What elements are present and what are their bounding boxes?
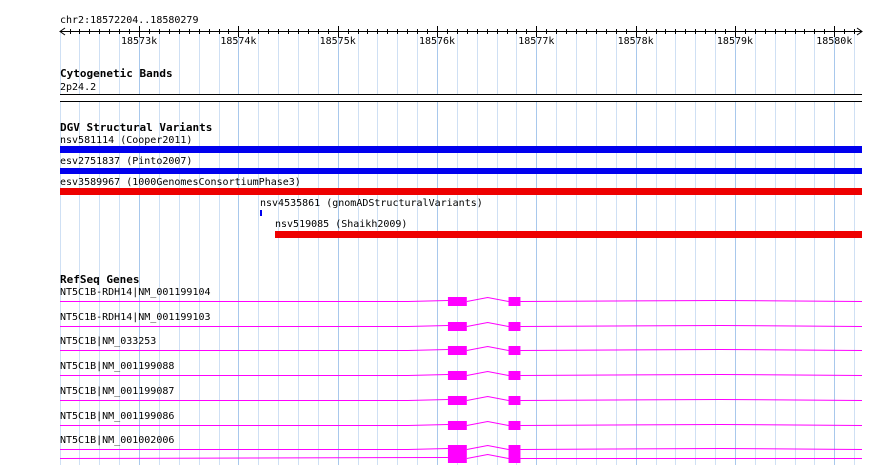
intron-line (60, 374, 448, 376)
exon-block[interactable] (447, 396, 467, 405)
refseq-transcript[interactable] (59, 453, 862, 463)
exon-block[interactable] (508, 371, 521, 380)
exon-block[interactable] (447, 322, 467, 331)
intron-line (466, 345, 509, 351)
intron-line (466, 296, 509, 302)
intron-line (520, 324, 863, 327)
refseq-transcript[interactable] (60, 420, 863, 430)
refseq-transcript[interactable] (60, 321, 863, 331)
intron-line (466, 395, 509, 401)
refseq-transcript[interactable] (60, 345, 863, 355)
exon-block[interactable] (508, 421, 521, 430)
refseq-gene-track (59, 296, 863, 463)
intron-line (60, 448, 448, 450)
intron-line (60, 424, 448, 426)
exon-block[interactable] (508, 396, 521, 405)
intron-line (466, 420, 509, 426)
intron-line (466, 321, 509, 327)
exon-block[interactable] (508, 346, 521, 355)
exon-block[interactable] (447, 346, 467, 355)
intron-line (520, 373, 863, 376)
intron-line (60, 300, 448, 302)
intron-line (520, 299, 863, 302)
genome-browser-view: chr2:18572204..18580279 18573k 18574k 1857… (0, 0, 890, 465)
exon-block[interactable] (508, 297, 521, 306)
exon-block[interactable] (447, 297, 467, 306)
exon-block[interactable] (508, 454, 521, 463)
exon-block[interactable] (447, 454, 467, 463)
exon-block[interactable] (508, 445, 521, 454)
refseq-transcript[interactable] (60, 296, 863, 306)
intron-line (60, 399, 448, 401)
intron-line (520, 423, 863, 426)
intron-line (466, 444, 509, 450)
intron-line (520, 398, 863, 401)
exon-block[interactable] (447, 445, 467, 454)
intron-line (60, 349, 448, 351)
intron-line (520, 348, 863, 351)
exon-block[interactable] (508, 322, 521, 331)
intron-line (59, 457, 448, 459)
refseq-transcript[interactable] (60, 395, 863, 405)
intron-line (520, 447, 863, 450)
intron-line (466, 453, 509, 459)
intron-line (466, 370, 509, 376)
intron-line (60, 325, 448, 327)
refseq-transcript[interactable] (60, 444, 863, 454)
refseq-transcript[interactable] (60, 370, 863, 380)
exon-block[interactable] (447, 421, 467, 430)
exon-block[interactable] (447, 371, 467, 380)
